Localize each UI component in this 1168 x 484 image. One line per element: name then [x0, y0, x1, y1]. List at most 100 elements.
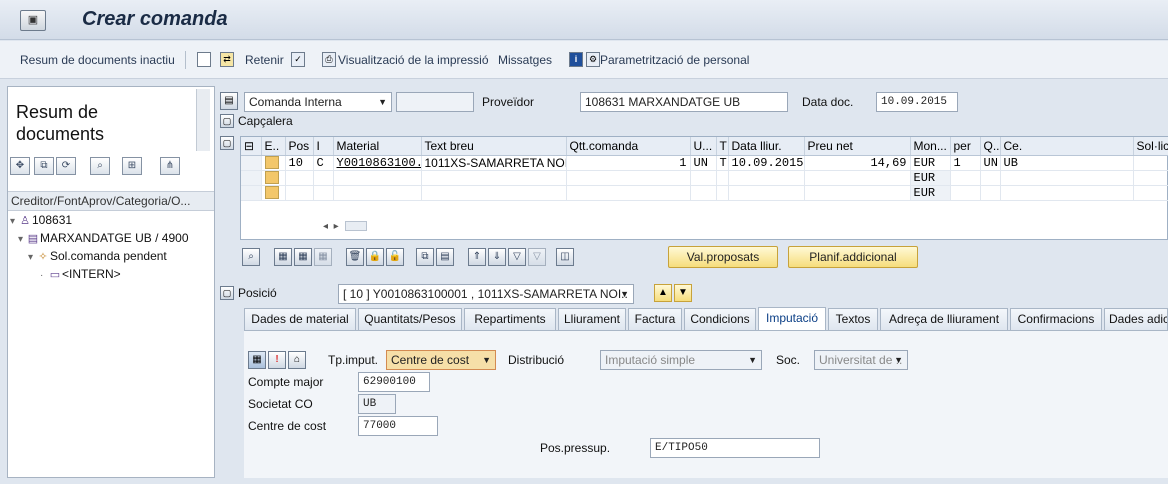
cell-currency[interactable]: EUR — [910, 170, 951, 186]
menu-icon[interactable]: ▣ — [20, 10, 46, 31]
cell-i[interactable] — [313, 170, 334, 186]
refresh-icon[interactable]: ⟳ — [56, 157, 76, 175]
cell-t[interactable] — [716, 170, 729, 186]
tab-delivery-address[interactable]: Adreça de lliurament — [880, 308, 1008, 330]
document-summary-button[interactable]: Resum de documents inactiu — [20, 53, 175, 67]
layout-icon[interactable]: ⊞ — [122, 157, 142, 175]
cell-qty[interactable] — [566, 170, 691, 186]
grid-settings-icon[interactable]: ⊟ — [241, 137, 262, 156]
row-select-button[interactable] — [261, 155, 286, 171]
details-icon[interactable]: ⌕ — [242, 248, 260, 266]
proposals-button[interactable]: Val.proposats — [668, 246, 778, 268]
hold-button[interactable]: Retenir — [245, 53, 284, 67]
cell-qty[interactable] — [566, 185, 691, 201]
delete-filter-icon[interactable]: ▽ — [528, 248, 546, 266]
check-icon[interactable]: ✓ — [291, 52, 305, 67]
grid-view-icon[interactable]: ▦ — [248, 351, 266, 369]
tree-item-pending[interactable]: ▾ ✧ Sol.comanda pendent — [28, 247, 167, 265]
select-block-icon[interactable]: ▦ — [314, 248, 332, 266]
hierarchy-icon[interactable]: ⋔ — [160, 157, 180, 175]
paste-row-icon[interactable]: ▤ — [436, 248, 454, 266]
delete-icon[interactable]: 🗑 — [346, 248, 364, 266]
tab-conditions[interactable]: Condicions — [684, 308, 756, 330]
sort-ascending-icon[interactable]: ⇑ — [468, 248, 486, 266]
item-toggle-icon[interactable]: ▢ — [220, 286, 234, 300]
cell-plant[interactable]: UB — [1000, 155, 1134, 171]
tab-account-assignment[interactable]: Imputació — [758, 307, 826, 330]
copy-row-icon[interactable]: ⧉ — [416, 248, 434, 266]
distribution-select[interactable]: Imputació simple — [600, 350, 762, 370]
cell-plant[interactable] — [1000, 170, 1134, 186]
cell-requester[interactable] — [1133, 185, 1168, 201]
tab-material-data[interactable]: Dades de material — [244, 308, 356, 330]
col-header-t[interactable]: T — [716, 137, 729, 156]
cell-pos[interactable]: 10 — [285, 155, 314, 171]
copy-icon[interactable]: ⧉ — [34, 157, 54, 175]
cell-date[interactable] — [728, 185, 805, 201]
filter-icon[interactable]: ▽ — [508, 248, 526, 266]
cell-t[interactable]: T — [716, 155, 729, 171]
col-header-plant[interactable]: Ce. — [1000, 137, 1134, 156]
col-header-currency[interactable]: Mon... — [910, 137, 951, 156]
budget-item-field[interactable]: E/TIPO50 — [650, 438, 820, 458]
document-number-field[interactable] — [396, 92, 474, 112]
tree-item-vendor-detail[interactable]: ▾ ▤ MARXANDATGE UB / 4900 — [18, 229, 189, 247]
cell-currency[interactable]: EUR — [910, 185, 951, 201]
sort-descending-icon[interactable]: ⇓ — [488, 248, 506, 266]
expand-icon[interactable]: ▾ — [28, 249, 36, 267]
col-header-per[interactable]: per — [950, 137, 981, 156]
header-toggle-icon[interactable]: ▢ — [220, 114, 234, 128]
cell-pos[interactable] — [285, 170, 314, 186]
additional-planning-button[interactable]: Planif.addicional — [788, 246, 918, 268]
cell-price[interactable] — [804, 170, 911, 186]
row-select-button[interactable] — [261, 185, 286, 201]
document-date-field[interactable]: 10.09.2015 — [876, 92, 958, 112]
col-header-delivery-date[interactable]: Data lliur. — [728, 137, 805, 156]
assignment-icon[interactable]: ⌂ — [288, 351, 306, 369]
item-select[interactable]: [ 10 ] Y0010863100001 , 1011XS-SAMARRETA… — [338, 284, 634, 304]
row-select-button[interactable] — [261, 170, 286, 186]
cell-unit[interactable] — [690, 170, 717, 186]
tab-additional-data[interactable]: Dades adici — [1104, 308, 1168, 330]
items-toggle-icon[interactable]: ▢ — [220, 136, 234, 150]
cell-per[interactable] — [950, 170, 981, 186]
scroll-right-icon[interactable]: ▸ — [334, 221, 339, 232]
account-type-select[interactable]: Centre de cost — [386, 350, 496, 370]
lock-icon[interactable]: 🔒 — [366, 248, 384, 266]
controlling-area-field[interactable]: UB — [358, 394, 396, 414]
cell-unit[interactable] — [690, 185, 717, 201]
expand-icon[interactable]: ▾ — [10, 213, 18, 231]
grid-horizontal-scrollbar[interactable]: ◂ ▸ — [323, 221, 383, 237]
tab-texts[interactable]: Textos — [828, 308, 878, 330]
col-header-text[interactable]: Text breu — [421, 137, 567, 156]
cell-material[interactable]: Y0010863100.. — [333, 155, 422, 171]
unlock-icon[interactable]: 🔓 — [386, 248, 404, 266]
cell-qty[interactable]: 1 — [566, 155, 691, 171]
col-header-pos[interactable]: Pos — [285, 137, 314, 156]
new-document-icon[interactable] — [197, 52, 211, 67]
cost-center-field[interactable]: 77000 — [358, 416, 438, 436]
cell-q[interactable] — [980, 170, 1001, 186]
cell-per[interactable]: 1 — [950, 155, 981, 171]
select-all-icon[interactable]: ▦ — [274, 248, 292, 266]
cell-price[interactable] — [804, 185, 911, 201]
cell-material[interactable] — [333, 170, 422, 186]
panel-scrollbar[interactable] — [196, 89, 210, 151]
messages-button[interactable]: Missatges — [498, 53, 552, 67]
previous-item-button[interactable]: ▲ — [654, 284, 672, 302]
col-header-e[interactable]: E.. — [261, 137, 286, 156]
scroll-left-icon[interactable]: ◂ — [323, 221, 328, 232]
tab-confirmations[interactable]: Confirmacions — [1010, 308, 1102, 330]
header-toggle-label[interactable]: Capçalera — [238, 112, 293, 130]
cell-i[interactable]: C — [313, 155, 334, 171]
find-icon[interactable]: ⌕ — [90, 157, 110, 175]
other-document-icon[interactable]: ⇄ — [220, 52, 234, 67]
col-header-unit[interactable]: U... — [690, 137, 717, 156]
company-select[interactable]: Universitat de .. — [814, 350, 908, 370]
print-preview-icon[interactable]: ⎙ — [322, 52, 336, 67]
tree-item-vendor[interactable]: ▾ ♙ 108631 — [10, 211, 72, 229]
col-header-i[interactable]: I — [313, 137, 334, 156]
expand-icon[interactable]: ▾ — [18, 231, 26, 249]
cell-price[interactable]: 14,69 — [804, 155, 911, 171]
cell-text[interactable] — [421, 170, 567, 186]
